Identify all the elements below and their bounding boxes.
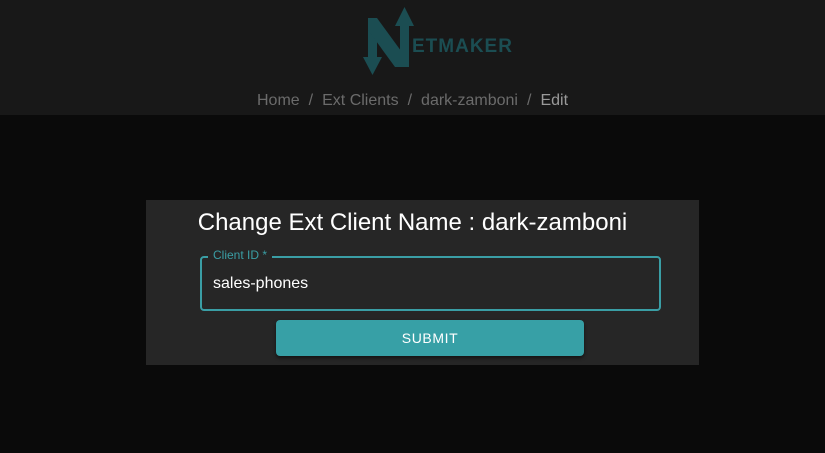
client-id-label: Client ID * [208, 248, 273, 262]
breadcrumb-current: Edit [540, 92, 569, 109]
logo-wordmark: ETMAKER [412, 36, 513, 57]
form-title: Change Ext Client Name : dark-zamboni [197, 209, 628, 236]
breadcrumb-client[interactable]: dark-zamboni [421, 92, 518, 110]
breadcrumb-ext-clients[interactable]: Ext Clients [322, 92, 398, 110]
app-header: ETMAKER Home / Ext Clients / dark-zambon… [0, 0, 825, 115]
breadcrumb-separator: / [308, 92, 314, 109]
breadcrumb-home[interactable]: Home [257, 92, 300, 110]
client-id-input[interactable] [213, 258, 653, 309]
breadcrumb: Home / Ext Clients / dark-zamboni / Edit [0, 92, 825, 110]
breadcrumb-separator: / [407, 92, 413, 109]
submit-button[interactable]: SUBMIT [276, 320, 584, 356]
client-id-field[interactable] [200, 256, 661, 311]
breadcrumb-separator: / [526, 92, 532, 109]
